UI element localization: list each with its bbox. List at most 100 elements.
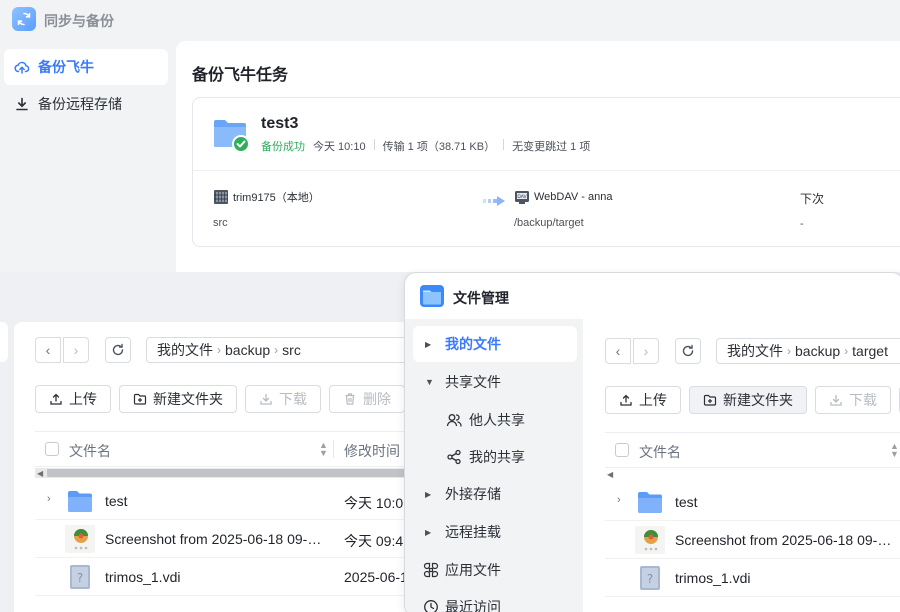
nav-item-external-storage[interactable]: ▶ 外接存储 <box>413 476 577 512</box>
svg-text:DAV: DAV <box>517 194 527 200</box>
task-skipped: 无变更跳过 1 项 <box>512 141 591 153</box>
task-target: DAV WebDAV - anna <box>514 189 612 205</box>
caret-right-icon[interactable]: ▶ <box>425 528 431 537</box>
task-folder-success-icon <box>213 116 250 153</box>
breadcrumb-item[interactable]: backup <box>795 343 840 359</box>
caret-down-icon[interactable]: ▼ <box>425 377 434 387</box>
chevron-right-icon: › <box>274 343 279 357</box>
folder-icon <box>67 489 93 513</box>
select-all-checkbox[interactable] <box>615 443 629 457</box>
sidebar-item-backup-fnos[interactable]: 备份飞牛 <box>4 49 168 85</box>
nav-label: 共享文件 <box>445 374 501 390</box>
nav-item-shared-files[interactable]: ▼ 共享文件 <box>413 364 577 400</box>
webdav-icon: DAV <box>514 189 530 205</box>
upload-button[interactable]: 上传 <box>35 385 111 413</box>
table-header: 文件名 ▲ ▼ <box>605 432 900 468</box>
nav-label: 外接存储 <box>445 486 501 502</box>
caret-right-icon[interactable]: ▶ <box>425 340 431 349</box>
delete-button[interactable]: 删除 <box>329 385 405 413</box>
chevron-right-icon: › <box>787 344 791 358</box>
refresh-button[interactable] <box>675 338 701 364</box>
forward-button[interactable]: › <box>633 338 659 364</box>
table-row[interactable]: ? trimos_1.vdi 2025-06-1 <box>35 558 435 596</box>
download-button[interactable]: 下载 <box>815 386 891 414</box>
table-row[interactable]: ? trimos_1.vdi <box>605 559 900 597</box>
nav-item-remote-mount[interactable]: ▶ 远程挂载 <box>413 514 577 550</box>
column-divider <box>333 440 334 458</box>
task-time: 今天 10:10 <box>313 141 366 153</box>
download-label: 下载 <box>849 392 877 408</box>
file-manager-left-pane: ‹ › 我的文件 › backup › src 上传 新建文件夹 下载 删除 文… <box>14 322 446 612</box>
breadcrumb-item[interactable]: target <box>852 343 888 359</box>
chevron-right-icon: › <box>844 344 849 358</box>
apps-icon <box>423 562 439 578</box>
nav-item-my-shares[interactable]: 我的共享 <box>413 439 577 475</box>
back-button[interactable]: ‹ <box>35 337 61 363</box>
breadcrumb-item[interactable]: src <box>282 342 301 358</box>
breadcrumb-item[interactable]: 我的文件 <box>157 340 213 360</box>
svg-text:?: ? <box>647 572 653 586</box>
refresh-icon <box>682 344 694 357</box>
file-name: test <box>675 494 698 510</box>
task-status: 备份成功 <box>261 141 305 153</box>
back-button[interactable]: ‹ <box>605 338 631 364</box>
new-folder-button[interactable]: 新建文件夹 <box>119 385 237 413</box>
nav-item-recent[interactable]: 最近访问 <box>413 589 577 612</box>
upload-icon <box>619 393 633 407</box>
table-row[interactable]: › test <box>605 483 900 521</box>
column-name-header[interactable]: 文件名 <box>69 441 111 461</box>
breadcrumb-item[interactable]: backup <box>225 342 270 358</box>
users-icon <box>446 412 462 428</box>
horizontal-scrollbar[interactable]: ◀ <box>605 469 900 479</box>
nav-item-app-files[interactable]: 应用文件 <box>413 552 577 588</box>
nav-item-shared-with-me[interactable]: 他人共享 <box>413 402 577 438</box>
download-button[interactable]: 下载 <box>245 385 321 413</box>
column-name-header[interactable]: 文件名 <box>639 442 681 462</box>
new-folder-button[interactable]: 新建文件夹 <box>689 386 807 414</box>
table-row[interactable]: Screenshot from 2025-06-18 09-… 今天 09:4 <box>35 520 435 558</box>
file-manager-nav: ▶ 我的文件 ▼ 共享文件 他人共享 我的共享 ▶ 外接存储 ▶ 远程挂载 应用… <box>405 319 583 612</box>
backup-task-card[interactable]: test3 备份成功 今天 10:10 传输 1 项（38.71 KB） 无变更… <box>192 97 900 247</box>
window-title: 文件管理 <box>453 290 509 306</box>
page-title: 备份飞牛任务 <box>192 67 289 84</box>
caret-right-icon[interactable]: ▶ <box>425 490 431 499</box>
next-run-label: 下次 <box>800 192 825 206</box>
target-path: /backup/target <box>514 217 584 229</box>
file-manager-window: 文件管理 ▶ 我的文件 ▼ 共享文件 他人共享 我的共享 ▶ 外接存储 ▶ 远程… <box>404 272 900 612</box>
download-icon <box>14 96 30 112</box>
download-label: 下载 <box>279 391 307 407</box>
scroll-left-icon[interactable]: ◀ <box>607 470 613 479</box>
sort-icon[interactable]: ▲ ▼ <box>890 442 899 459</box>
source-path: src <box>213 217 228 229</box>
chevron-right-icon[interactable]: › <box>617 494 621 506</box>
task-transfer: 传输 1 项（38.71 KB） <box>382 141 496 153</box>
breadcrumb[interactable]: 我的文件 › backup › src <box>146 337 446 363</box>
delete-label: 删除 <box>363 391 391 407</box>
nav-label: 我的共享 <box>469 449 525 465</box>
horizontal-scrollbar[interactable]: ◀ <box>35 468 415 478</box>
table-row[interactable]: › test 今天 10:0 <box>35 482 435 520</box>
scrollbar-thumb[interactable] <box>47 469 415 477</box>
table-row[interactable]: Screenshot from 2025-06-18 09-… <box>605 521 900 559</box>
unknown-file-icon: ? <box>67 565 93 589</box>
file-name: trimos_1.vdi <box>105 569 181 585</box>
task-source: trim9175（本地） <box>213 189 320 205</box>
sidebar-item-backup-remote[interactable]: 备份远程存储 <box>4 86 168 122</box>
new-folder-icon <box>703 393 717 407</box>
nav-label: 最近访问 <box>445 599 501 612</box>
scroll-left-icon[interactable]: ◀ <box>37 469 43 478</box>
breadcrumb[interactable]: 我的文件 › backup › target <box>716 338 900 364</box>
nav-label: 他人共享 <box>469 412 525 428</box>
upload-button[interactable]: 上传 <box>605 386 681 414</box>
sort-icon[interactable]: ▲ ▼ <box>319 441 328 458</box>
source-name: trim9175（本地） <box>233 192 320 204</box>
chevron-right-icon[interactable]: › <box>47 493 51 505</box>
select-all-checkbox[interactable] <box>45 442 59 456</box>
refresh-button[interactable] <box>105 337 131 363</box>
nav-item-my-files[interactable]: ▶ 我的文件 <box>413 326 577 362</box>
new-folder-label: 新建文件夹 <box>153 391 223 407</box>
forward-button[interactable]: › <box>63 337 89 363</box>
column-modified-header[interactable]: 修改时间 <box>344 441 400 461</box>
file-name: Screenshot from 2025-06-18 09-… <box>105 531 322 547</box>
breadcrumb-item[interactable]: 我的文件 <box>727 341 783 361</box>
